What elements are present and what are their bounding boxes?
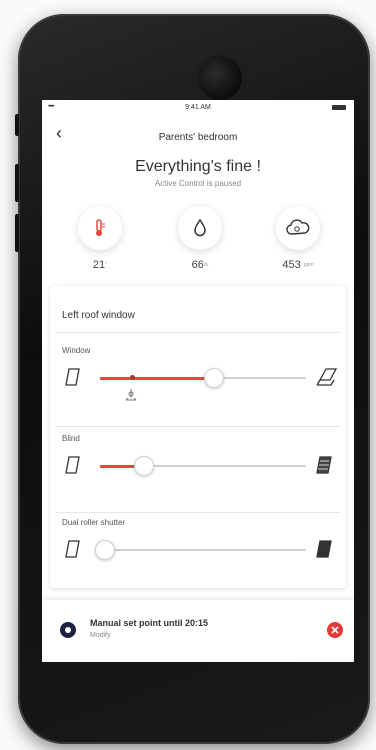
window-control: Window bbox=[50, 346, 346, 416]
humidity-metric: 66% bbox=[170, 206, 230, 271]
blind-control: Blind bbox=[50, 434, 346, 504]
manual-setpoint-banner: Manual set point until 20:15 Modify bbox=[42, 600, 354, 662]
window-closed-icon[interactable] bbox=[64, 366, 82, 393]
co2-cloud-icon bbox=[276, 206, 320, 250]
temperature-unit: ° bbox=[105, 262, 108, 269]
camera-speaker bbox=[196, 54, 244, 102]
device-card: Left roof window Window Blind Dual rolle… bbox=[50, 286, 346, 588]
close-icon[interactable] bbox=[327, 622, 343, 638]
blind-label: Blind bbox=[62, 434, 80, 443]
status-time: 9:41 AM bbox=[185, 104, 211, 111]
silent-switch bbox=[15, 114, 19, 136]
window-open-icon[interactable] bbox=[314, 366, 338, 393]
divider bbox=[56, 332, 340, 333]
blind-open-icon[interactable] bbox=[64, 454, 82, 481]
temperature-metric: 21° bbox=[70, 206, 130, 271]
humidity-number: 66 bbox=[191, 259, 204, 271]
shutter-slider-thumb[interactable] bbox=[95, 540, 116, 560]
divider bbox=[56, 512, 340, 513]
blind-slider-thumb[interactable] bbox=[134, 456, 155, 476]
modify-link[interactable]: Modify bbox=[90, 632, 111, 639]
shutter-closed-icon[interactable] bbox=[314, 538, 334, 565]
page-title: Parents' bedroom bbox=[158, 132, 238, 143]
humidity-value: 66% bbox=[170, 259, 230, 271]
nav-bar: ‹ Parents' bedroom bbox=[42, 122, 354, 146]
humidity-drop-icon bbox=[178, 206, 222, 250]
temperature-value: 21° bbox=[70, 259, 130, 271]
co2-unit: ppm bbox=[303, 262, 314, 269]
status-headline: Everything's fine ! bbox=[135, 158, 261, 175]
thermometer-icon bbox=[78, 206, 122, 250]
status-subline: Active Control is paused bbox=[154, 179, 242, 188]
shutter-open-icon[interactable] bbox=[64, 538, 82, 565]
humidity-unit: % bbox=[203, 262, 209, 269]
window-slider-fill bbox=[100, 376, 214, 380]
temperature-number: 21 bbox=[92, 259, 106, 271]
window-slider-thumb[interactable] bbox=[204, 368, 225, 388]
banner-title: Manual set point until 20:15 bbox=[90, 618, 209, 628]
setpoint-marker-icon bbox=[124, 388, 138, 407]
co2-value: 453 ppm bbox=[268, 259, 328, 271]
device-title: Left roof window bbox=[62, 310, 135, 321]
background: ••••• 9:41 AM ‹ Parents' bedroom Everyth… bbox=[0, 0, 376, 750]
volume-down-button bbox=[15, 214, 19, 252]
blind-slider[interactable] bbox=[100, 456, 306, 476]
blind-closed-icon[interactable] bbox=[314, 454, 334, 481]
shutter-control: Dual roller shutter bbox=[50, 518, 346, 588]
shutter-slider[interactable] bbox=[95, 540, 306, 560]
status-bar: ••••• 9:41 AM bbox=[42, 100, 354, 116]
shutter-label: Dual roller shutter bbox=[62, 518, 126, 527]
window-slider[interactable] bbox=[100, 368, 306, 388]
app-screen: ••••• 9:41 AM ‹ Parents' bedroom Everyth… bbox=[42, 100, 354, 662]
volume-up-button bbox=[15, 164, 19, 202]
divider bbox=[56, 426, 340, 427]
window-label: Window bbox=[62, 346, 91, 355]
battery-icon bbox=[332, 105, 346, 110]
co2-number: 453 bbox=[282, 259, 301, 271]
manual-mode-icon bbox=[60, 622, 76, 638]
co2-metric: 453 ppm bbox=[268, 206, 328, 271]
